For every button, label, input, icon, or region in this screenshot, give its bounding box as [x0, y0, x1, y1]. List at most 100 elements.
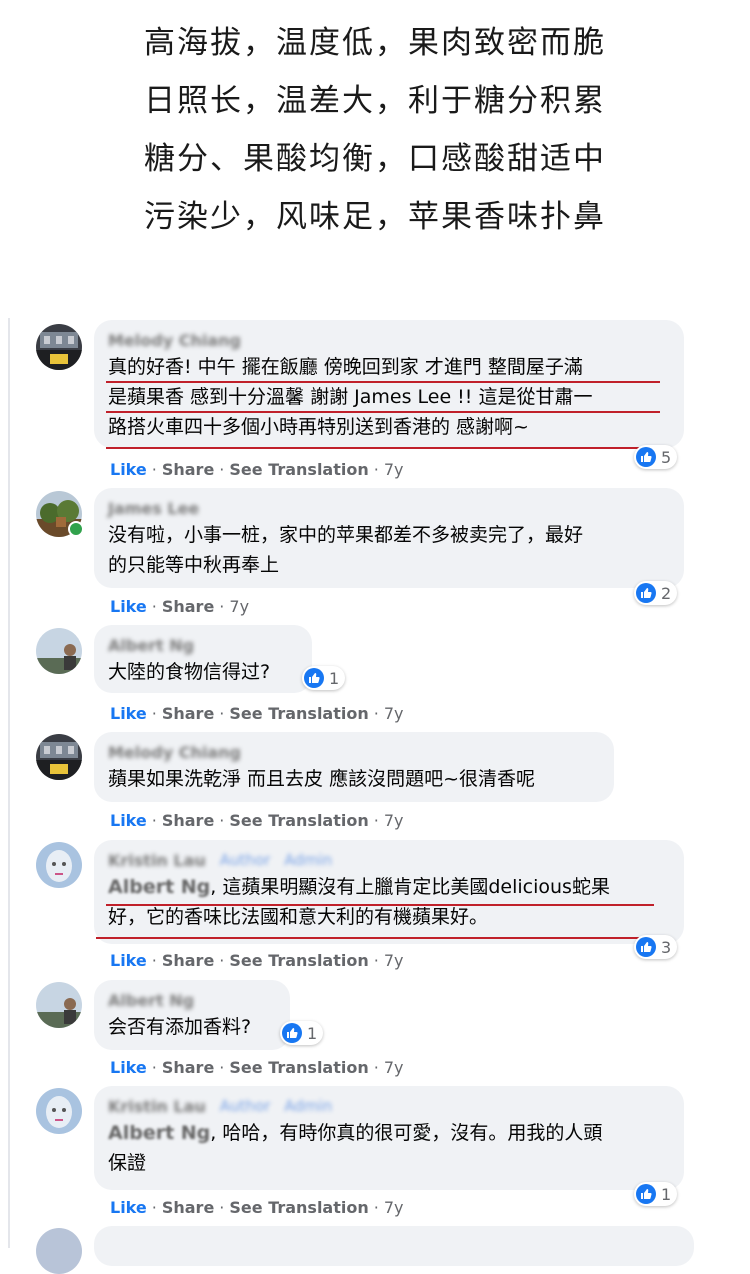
reaction-count: 1 [307, 1023, 318, 1043]
like-link[interactable]: Like [110, 704, 147, 723]
comment-author[interactable]: Kristin Lau [108, 851, 206, 870]
see-translation-link[interactable]: See Translation [229, 1058, 368, 1077]
share-link[interactable]: Share [162, 951, 214, 970]
face-avatar [36, 842, 82, 888]
see-translation-link[interactable]: See Translation [229, 704, 368, 723]
reaction-count: 1 [329, 668, 340, 688]
author-tag: Author [219, 1097, 271, 1115]
comment-text: Albert Ng, 這蘋果明顯沒有上臘肯定比美國delicious蛇果 好，它… [108, 872, 670, 932]
like-link[interactable]: Like [110, 811, 147, 830]
like-link[interactable]: Like [110, 1198, 147, 1217]
online-status-dot [68, 521, 84, 537]
see-translation-link[interactable]: See Translation [229, 811, 368, 830]
red-underline [106, 447, 660, 449]
like-link[interactable]: Like [110, 597, 147, 616]
poster-avatar [36, 324, 82, 370]
share-link[interactable]: Share [162, 597, 214, 616]
comment-bubble: Albert Ng 会否有添加香料? [94, 980, 290, 1050]
reaction-count: 1 [661, 1184, 672, 1204]
separator: · [151, 703, 157, 723]
comment-text: 蘋果如果洗乾淨 而且去皮 應該沒問題吧~很清香呢 [108, 768, 536, 790]
avatar[interactable] [36, 628, 82, 674]
avatar[interactable] [36, 734, 82, 780]
separator: · [219, 950, 225, 970]
share-link[interactable]: Share [162, 1058, 214, 1077]
comment-author[interactable]: James Lee [108, 499, 199, 518]
comment-bubble: James Lee 没有啦，小事一桩，家中的苹果都差不多被卖完了，最好 的只能等… [94, 488, 684, 588]
thumbs-up-icon [282, 1023, 302, 1043]
separator: · [219, 459, 225, 479]
comment-author[interactable]: Albert Ng [108, 991, 194, 1010]
comment-author[interactable]: Melody Chiang [108, 331, 241, 350]
timestamp[interactable]: 7y [229, 597, 249, 616]
comment-bubble: Melody Chiang 真的好香! 中午 擺在飯廳 傍晚回到家 才進門 整間… [94, 320, 684, 448]
share-link[interactable]: Share [162, 1198, 214, 1217]
separator: · [373, 810, 379, 830]
comment-actions: Like · Share · See Translation · 7y [110, 809, 404, 831]
reaction-count: 3 [661, 937, 672, 957]
thumbs-up-icon [636, 583, 656, 603]
separator: · [373, 950, 379, 970]
see-translation-link[interactable]: See Translation [229, 1198, 368, 1217]
timestamp[interactable]: 7y [384, 704, 404, 723]
red-underline [106, 411, 660, 413]
timestamp[interactable]: 7y [384, 460, 404, 479]
poster-avatar [36, 734, 82, 780]
thumbs-up-icon [636, 447, 656, 467]
timestamp[interactable]: 7y [384, 1058, 404, 1077]
comment-actions: Like · Share · See Translation · 7y [110, 949, 404, 971]
separator: · [219, 1197, 225, 1217]
separator: · [219, 1057, 225, 1077]
share-link[interactable]: Share [162, 811, 214, 830]
separator: · [151, 810, 157, 830]
comment-author[interactable]: Albert Ng [108, 636, 194, 655]
separator: · [219, 596, 225, 616]
red-underline [96, 937, 646, 939]
avatar[interactable] [36, 1088, 82, 1134]
reaction-badge[interactable]: 3 [634, 935, 678, 959]
separator: · [373, 459, 379, 479]
reaction-badge[interactable]: 2 [634, 581, 678, 605]
separator: · [151, 950, 157, 970]
reaction-badge[interactable]: 1 [302, 666, 346, 690]
reaction-badge[interactable]: 1 [634, 1182, 678, 1206]
see-translation-link[interactable]: See Translation [229, 951, 368, 970]
separator: · [373, 1197, 379, 1217]
share-link[interactable]: Share [162, 460, 214, 479]
separator: · [219, 703, 225, 723]
see-translation-link[interactable]: See Translation [229, 460, 368, 479]
face-avatar [36, 1088, 82, 1134]
avatar[interactable] [36, 982, 82, 1028]
thread-line [8, 318, 10, 1248]
like-link[interactable]: Like [110, 951, 147, 970]
comment-bubble: Kristin Lau Author Admin Albert Ng, 哈哈，有… [94, 1086, 684, 1190]
comment-text: 大陸的食物信得过? [108, 661, 271, 683]
comment-author[interactable]: Kristin Lau [108, 1097, 206, 1116]
mention-link[interactable]: Albert Ng [108, 876, 210, 898]
avatar[interactable] [36, 1228, 82, 1274]
comment-actions: Like · Share · See Translation · 7y [110, 1056, 404, 1078]
comment-bubble: Kristin Lau Author Admin Albert Ng, 這蘋果明… [94, 840, 684, 944]
reaction-badge[interactable]: 5 [634, 445, 678, 469]
mention-link[interactable]: Albert Ng [108, 1122, 210, 1144]
reaction-badge[interactable]: 1 [280, 1021, 324, 1045]
separator: · [151, 1057, 157, 1077]
admin-tag: Admin [284, 1097, 333, 1115]
timestamp[interactable]: 7y [384, 1198, 404, 1217]
share-link[interactable]: Share [162, 704, 214, 723]
like-link[interactable]: Like [110, 460, 147, 479]
separator: · [151, 459, 157, 479]
avatar[interactable] [36, 842, 82, 888]
comment-text: 真的好香! 中午 擺在飯廳 傍晚回到家 才進門 整間屋子滿 是蘋果香 感到十分溫… [108, 356, 593, 438]
red-underline [106, 904, 654, 906]
timestamp[interactable]: 7y [384, 951, 404, 970]
comment-author[interactable]: Melody Chiang [108, 743, 241, 762]
like-link[interactable]: Like [110, 1058, 147, 1077]
timestamp[interactable]: 7y [384, 811, 404, 830]
thumbs-up-icon [636, 1184, 656, 1204]
author-tag: Author [219, 851, 271, 869]
comment-actions: Like · Share · 7y [110, 595, 249, 617]
comment-actions: Like · Share · See Translation · 7y [110, 702, 404, 724]
comment-text: 会否有添加香料? [108, 1016, 252, 1038]
avatar[interactable] [36, 324, 82, 370]
